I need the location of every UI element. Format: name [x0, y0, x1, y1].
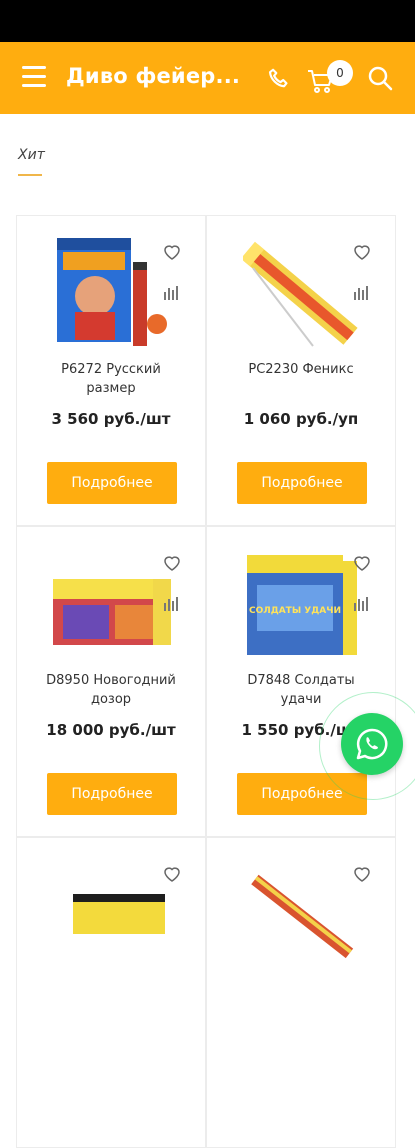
product-card[interactable]: PC2230 Феникс 1 060 руб./уп Подробнее — [206, 215, 396, 526]
product-card[interactable]: P6272 Русский размер 3 560 руб./шт Подро… — [16, 215, 206, 526]
details-button[interactable]: Подробнее — [237, 462, 367, 504]
heart-icon[interactable] — [353, 244, 371, 260]
product-name[interactable]: P6272 Русский размер — [37, 360, 185, 398]
compare-icon[interactable] — [163, 286, 179, 300]
phone-icon[interactable] — [266, 66, 292, 92]
product-image[interactable] — [53, 860, 171, 970]
site-title[interactable]: Диво фейер... — [66, 64, 240, 88]
details-button[interactable]: Подробнее — [47, 773, 177, 815]
product-image[interactable] — [243, 860, 361, 970]
tab-active-indicator — [18, 174, 42, 176]
app-header: Диво фейер... 0 — [0, 42, 415, 114]
product-price: 3 560 руб./шт — [51, 410, 171, 428]
product-price: 1 060 руб./уп — [243, 410, 359, 428]
product-image-caption: СОЛДАТЫ УДАЧИ — [249, 606, 341, 616]
product-image[interactable] — [53, 238, 171, 348]
product-price: 18 000 руб./шт — [46, 721, 176, 739]
product-image[interactable] — [53, 549, 171, 659]
details-button[interactable]: Подробнее — [47, 462, 177, 504]
heart-icon[interactable] — [163, 244, 181, 260]
whatsapp-button[interactable] — [341, 713, 403, 775]
status-bar — [0, 0, 415, 42]
product-name[interactable]: PC2230 Феникс — [227, 360, 375, 379]
product-image[interactable]: СОЛДАТЫ УДАЧИ — [243, 549, 361, 659]
cart-count-badge: 0 — [327, 60, 353, 86]
cart-button[interactable]: 0 — [306, 60, 356, 100]
product-card[interactable] — [206, 837, 396, 1148]
tab-hit[interactable]: Хит — [18, 147, 45, 163]
product-name[interactable]: D8950 Новогодний дозор — [37, 671, 185, 709]
product-image[interactable] — [243, 238, 361, 348]
search-icon[interactable] — [366, 64, 394, 92]
heart-icon[interactable] — [163, 866, 181, 882]
product-card[interactable]: D8950 Новогодний дозор 18 000 руб./шт По… — [16, 526, 206, 837]
compare-icon[interactable] — [353, 597, 369, 611]
menu-icon[interactable] — [22, 66, 46, 88]
heart-icon[interactable] — [353, 555, 371, 571]
compare-icon[interactable] — [163, 597, 179, 611]
product-card[interactable] — [16, 837, 206, 1148]
heart-icon[interactable] — [163, 555, 181, 571]
whatsapp-icon — [356, 728, 388, 760]
product-grid: P6272 Русский размер 3 560 руб./шт Подро… — [16, 215, 399, 1148]
compare-icon[interactable] — [353, 286, 369, 300]
heart-icon[interactable] — [353, 866, 371, 882]
